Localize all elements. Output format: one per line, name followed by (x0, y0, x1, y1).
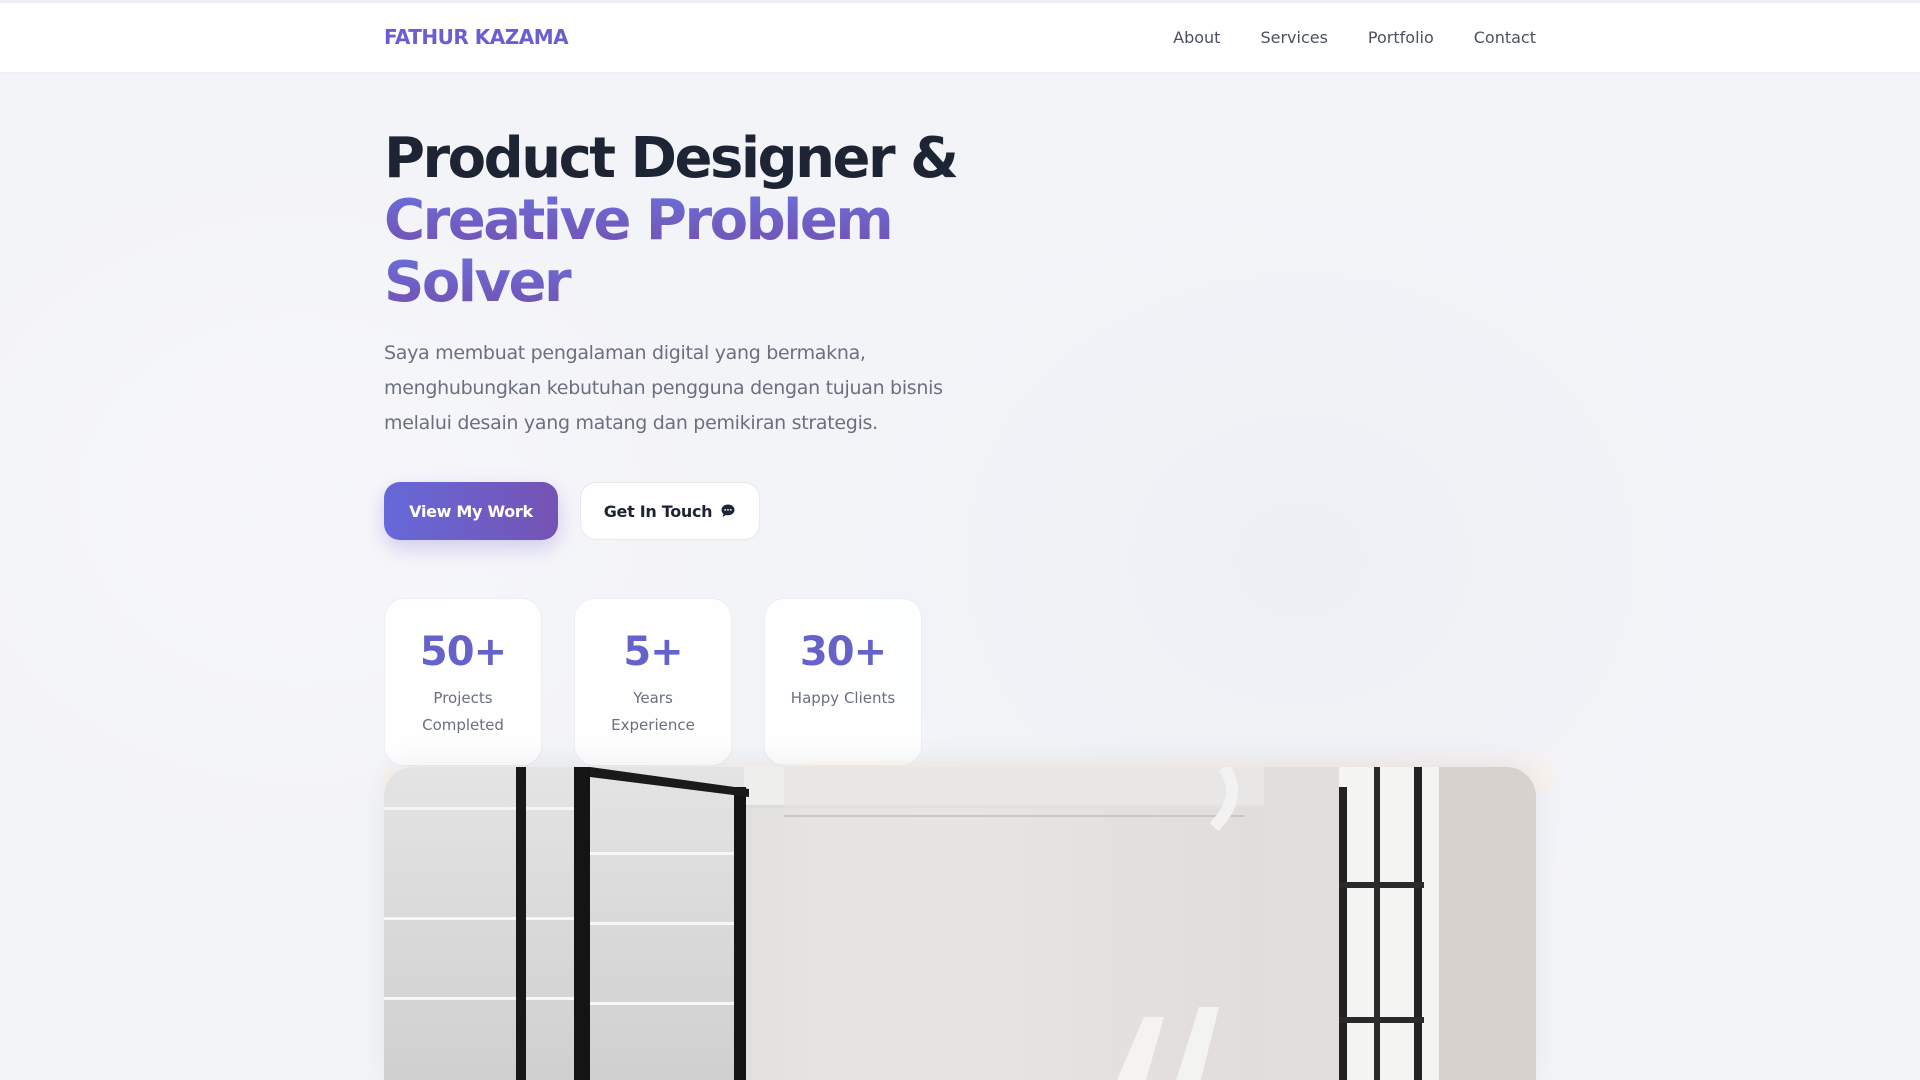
hero-actions: View My Work Get In Touch (384, 482, 760, 540)
stat-card: 5+ Years Experience (574, 598, 732, 766)
site-header: FATHUR KAZAMA About Services Portfolio C… (0, 3, 1920, 73)
nav-item-portfolio[interactable]: Portfolio (1368, 28, 1434, 47)
headline-line-2: Creative Problem (384, 190, 1004, 252)
stat-label: Projects Completed (422, 689, 504, 734)
stat-value: 5+ (623, 629, 683, 675)
stat-card: 30+ Happy Clients (764, 598, 922, 766)
stat-value: 30+ (799, 629, 887, 675)
hero-headline: Product Designer & Creative Problem Solv… (384, 128, 1004, 314)
view-my-work-button[interactable]: View My Work (384, 482, 558, 540)
hero-description: Saya membuat pengalaman digital yang ber… (384, 342, 943, 434)
hero-section: Product Designer & Creative Problem Solv… (384, 128, 1004, 441)
main-nav: About Services Portfolio Contact (1173, 28, 1536, 47)
stat-value: 50+ (419, 629, 507, 675)
office-interior-illustration (384, 767, 1536, 1080)
stat-label: Happy Clients (790, 689, 896, 707)
get-in-touch-label: Get In Touch (603, 501, 713, 521)
stats-row: 50+ Projects Completed 5+ Years Experien… (384, 598, 922, 766)
stat-label: Years Experience (611, 689, 695, 734)
nav-item-about[interactable]: About (1173, 28, 1220, 47)
chat-bubble-icon (721, 504, 735, 517)
stat-card: 50+ Projects Completed (384, 598, 542, 766)
get-in-touch-button[interactable]: Get In Touch (580, 482, 760, 540)
nav-item-contact[interactable]: Contact (1474, 28, 1536, 47)
nav-item-services[interactable]: Services (1260, 28, 1327, 47)
brand-logo[interactable]: FATHUR KAZAMA (384, 25, 569, 49)
hero-image (384, 767, 1536, 1080)
headline-line-3: Solver (384, 252, 1004, 314)
headline-line-1: Product Designer & (384, 126, 959, 191)
